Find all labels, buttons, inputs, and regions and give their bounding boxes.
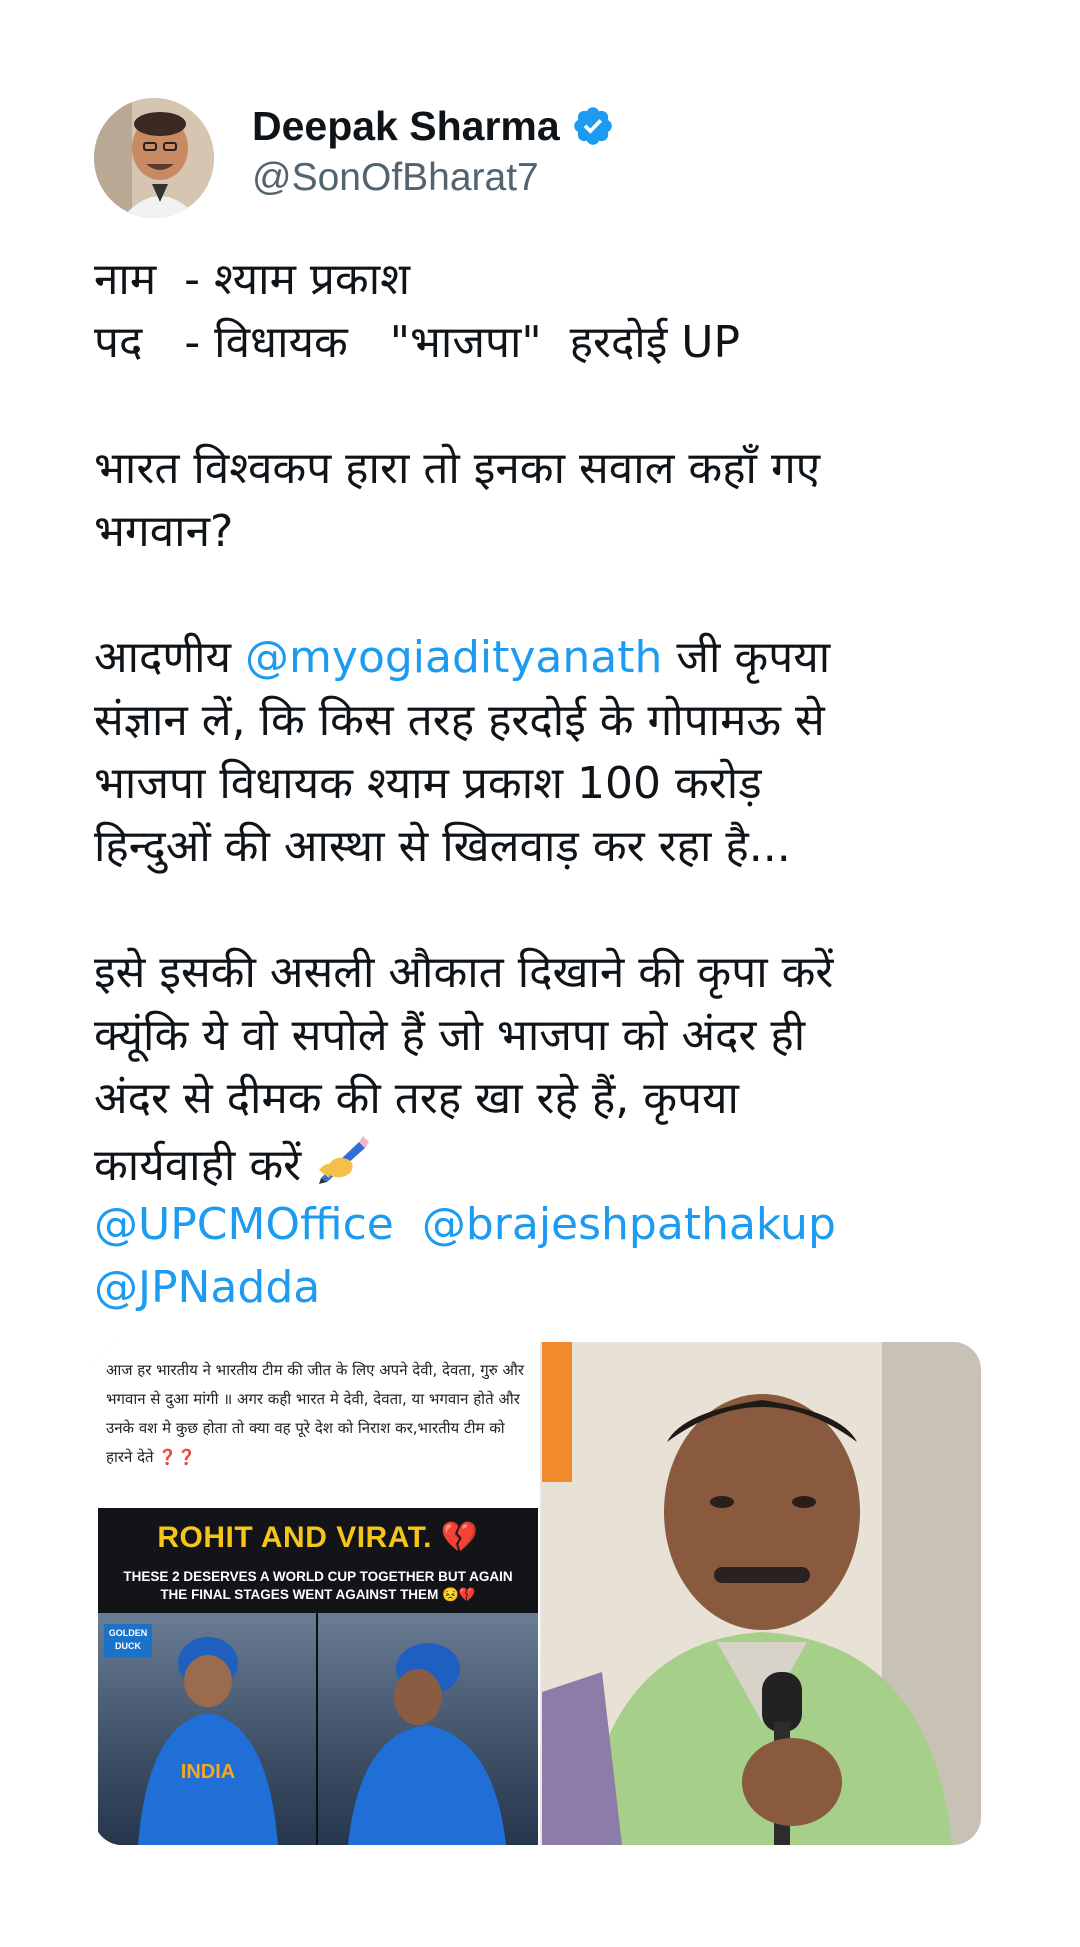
tweet-line: भगवान? <box>94 506 234 557</box>
tweet-line: भाजपा विधायक श्याम प्रकाश 100 करोड़ <box>94 758 762 809</box>
media-image-right[interactable] <box>542 1342 981 1845</box>
golden-duck-logo: GOLDEN DUCK <box>104 1624 152 1658</box>
poster-title: ROHIT AND VIRAT. 💔 <box>157 1521 479 1554</box>
avatar-image <box>94 98 214 218</box>
tweet-line: पद - विधायक "भाजपा" हरदोई UP <box>94 317 741 368</box>
tweet-line: भारत विश्वकप हारा तो इनका सवाल कहाँ गए <box>94 443 821 494</box>
tweet-text-fragment: जी कृपया <box>662 632 831 683</box>
tweet-text: नाम - श्याम प्रकाश पद - विधायक "भाजपा" ह… <box>94 248 994 1319</box>
poster-photo: INDIA <box>98 1613 538 1845</box>
tweet-spacer <box>94 563 994 626</box>
tweet-line: हिन्दुओं की आस्था से खिलवाड़ कर रहा है..… <box>94 821 791 872</box>
tweet-line: इसे इसकी असली औकात दिखाने की कृपा करें <box>94 947 834 998</box>
tweet-line: अंदर से दीमक की तरह खा रहे हैं, कृपया <box>94 1073 739 1124</box>
tweet-line: कार्यवाही करें <box>94 1130 994 1193</box>
politician-photo <box>542 1342 981 1845</box>
author-info: Deepak Sharma @SonOfBharat7 <box>252 100 615 202</box>
mention-link-upcmoffice[interactable]: @UPCMOffice <box>94 1199 394 1250</box>
author-display-name[interactable]: Deepak Sharma <box>252 100 560 152</box>
poster-subtitle: THESE 2 DESERVES A WORLD CUP TOGETHER BU… <box>123 1569 513 1602</box>
tweet-spacer <box>94 374 994 437</box>
tweet-media[interactable]: आज हर भारतीय ने भारतीय टीम की जीत के लिए… <box>94 1342 981 1845</box>
verified-badge-icon <box>573 107 612 145</box>
question-marks: ❓❓ <box>158 1448 196 1466</box>
author-avatar[interactable] <box>94 98 214 218</box>
tweet-line: @JPNadda <box>94 1256 994 1319</box>
mention-link-brajeshpathakup[interactable]: @brajeshpathakup <box>422 1199 836 1250</box>
tweet-line: संज्ञान लें, कि किस तरह हरदोई के गोपामऊ … <box>94 695 825 746</box>
tweet-text-fragment: आदणीय <box>94 632 246 683</box>
tweet-line: @UPCMOffice @brajeshpathakup <box>94 1193 994 1256</box>
jersey-label: INDIA <box>181 1761 235 1783</box>
players-illustration: INDIA <box>138 1613 506 1845</box>
tweet-line: नाम - श्याम प्रकाश <box>94 254 411 305</box>
tweet-line: आदणीय @myogiadityanath जी कृपया <box>94 626 994 689</box>
tweet-card: Deepak Sharma @SonOfBharat7 नाम - श्याम … <box>0 0 1080 1947</box>
image-caption: आज हर भारतीय ने भारतीय टीम की जीत के लिए… <box>106 1356 526 1472</box>
tweet-text-fragment: कार्यवाही करें <box>94 1140 302 1191</box>
mention-link-jpnadda[interactable]: @JPNadda <box>94 1262 320 1313</box>
writing-hand-emoji-icon <box>319 1136 370 1184</box>
rohit-virat-poster: ROHIT AND VIRAT. 💔 THESE 2 DESERVES A WO… <box>98 1508 538 1845</box>
tweet-spacer <box>94 878 994 941</box>
media-image-left[interactable]: आज हर भारतीय ने भारतीय टीम की जीत के लिए… <box>94 1342 540 1845</box>
tweet-line: क्यूंकि ये वो सपोले हैं जो भाजपा को अंदर… <box>94 1010 806 1061</box>
author-handle[interactable]: @SonOfBharat7 <box>252 154 615 202</box>
mention-link-myogiadityanath[interactable]: @myogiadityanath <box>245 632 662 683</box>
